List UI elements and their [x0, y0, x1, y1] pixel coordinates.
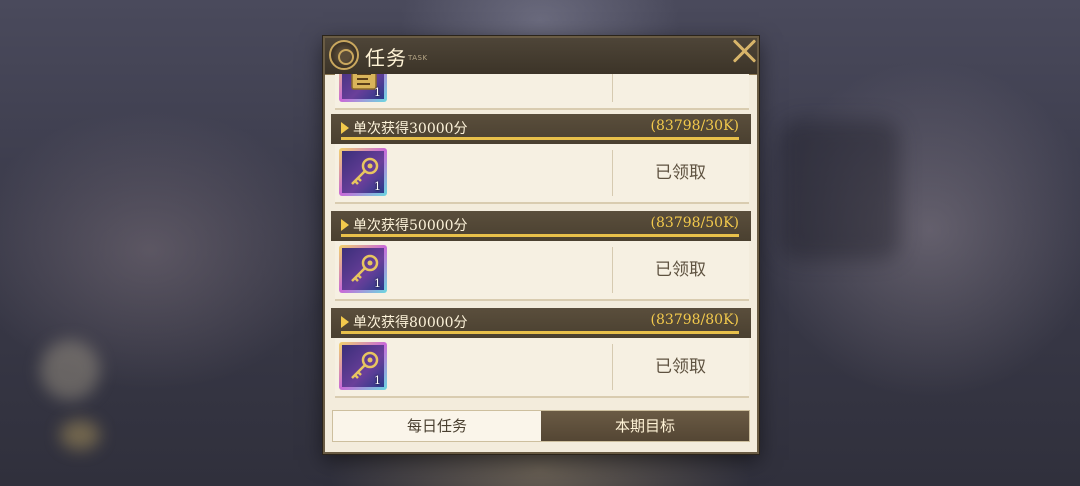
task-title: 单次获得30000分 [353, 121, 468, 137]
reward-item[interactable]: 1 [339, 245, 387, 293]
task-list[interactable]: 1 已领取 单次获得30000分 (83798/30K) 1 已领取 [331, 74, 751, 406]
task-row: 1 已领取 [335, 144, 749, 204]
reward-item[interactable]: 1 [339, 148, 387, 196]
play-arrow-icon [341, 219, 349, 231]
task-row: 1 已领取 [335, 338, 749, 398]
background-blur-shape [60, 420, 100, 450]
claimed-status: 已领取 [655, 260, 706, 280]
task-row: 1 已领取 [335, 74, 749, 110]
reward-item[interactable]: 1 [339, 74, 387, 102]
task-header: 单次获得80000分 (83798/80K) [331, 308, 751, 338]
progress-bar [341, 331, 739, 334]
background-blur-shape [780, 120, 900, 260]
task-header: 单次获得30000分 (83798/30K) [331, 114, 751, 144]
task-progress: (83798/50K) [650, 215, 739, 231]
task-title: 单次获得80000分 [353, 315, 468, 331]
task-dialog: 任务 TASK 1 已领取 单次获得30000分 (83798/30K) [323, 36, 759, 454]
dialog-subtitle: TASK [408, 54, 428, 62]
tab-daily-tasks[interactable]: 每日任务 [333, 411, 541, 441]
task-progress: (83798/30K) [650, 118, 739, 134]
reward-count: 1 [374, 277, 381, 290]
progress-bar [341, 137, 739, 140]
reward-count: 1 [374, 180, 381, 193]
reward-count: 1 [374, 86, 381, 99]
progress-bar [341, 234, 739, 237]
close-icon[interactable] [728, 34, 762, 68]
play-arrow-icon [341, 316, 349, 328]
claimed-status: 已领取 [612, 74, 749, 108]
task-progress: (83798/80K) [650, 312, 739, 328]
reward-item[interactable]: 1 [339, 342, 387, 390]
dialog-title: 任务 [365, 46, 407, 70]
emblem-icon [329, 40, 359, 70]
play-arrow-icon [341, 122, 349, 134]
task-header: 单次获得50000分 (83798/50K) [331, 211, 751, 241]
background-blur-shape [40, 340, 100, 400]
task-row: 1 已领取 [335, 241, 749, 301]
tab-period-goals[interactable]: 本期目标 [541, 411, 749, 441]
tab-bar: 每日任务 本期目标 [332, 410, 750, 442]
claimed-status: 已领取 [655, 163, 706, 183]
reward-count: 1 [374, 374, 381, 387]
task-title: 单次获得50000分 [353, 218, 468, 234]
dialog-titlebar: 任务 TASK [325, 38, 757, 75]
claimed-status: 已领取 [655, 357, 706, 377]
